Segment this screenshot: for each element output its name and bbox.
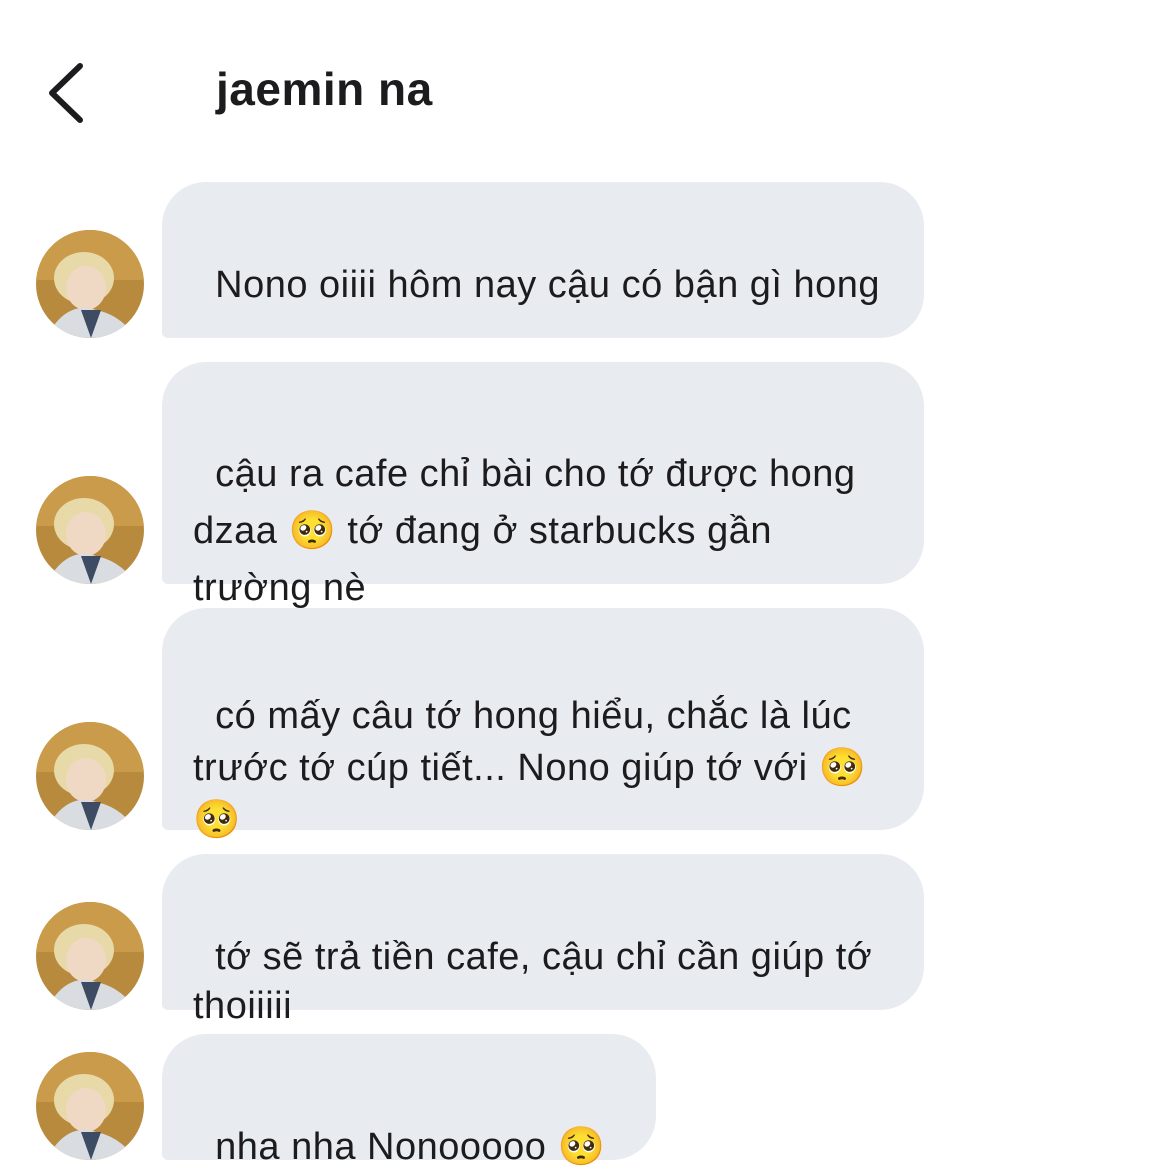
message-text: tớ sẽ trả tiền cafe, cậu chỉ cần giúp tớ…	[193, 936, 884, 1027]
back-button[interactable]	[38, 58, 98, 128]
message-text: Nono oiiii hôm nay cậu có bận gì hong	[215, 264, 881, 306]
chevron-left-icon	[49, 63, 83, 123]
message-bubble[interactable]: tớ sẽ trả tiền cafe, cậu chỉ cần giúp tớ…	[162, 854, 924, 1027]
message-bubble[interactable]: có mấy câu tớ hong hiểu, chắc là lúc trư…	[162, 608, 924, 841]
message-text: nha nha Nonooooo 🥺	[215, 1126, 606, 1168]
chat-header: jaemin na	[0, 0, 1169, 170]
avatar[interactable]	[36, 230, 144, 338]
message-bubble[interactable]: cậu ra cafe chỉ bài cho tớ được hong dza…	[162, 362, 924, 609]
contact-name[interactable]: jaemin na	[216, 62, 433, 116]
avatar[interactable]	[36, 722, 144, 830]
avatar[interactable]	[36, 902, 144, 1010]
avatar[interactable]	[36, 1052, 144, 1160]
avatar[interactable]	[36, 476, 144, 584]
message-text: có mấy câu tớ hong hiểu, chắc là lúc trư…	[193, 695, 878, 841]
message-bubble[interactable]: nha nha Nonooooo 🥺	[162, 1034, 656, 1168]
message-text: cậu ra cafe chỉ bài cho tớ được hong dza…	[193, 453, 867, 609]
message-bubble[interactable]: Nono oiiii hôm nay cậu có bận gì hong	[162, 182, 924, 338]
